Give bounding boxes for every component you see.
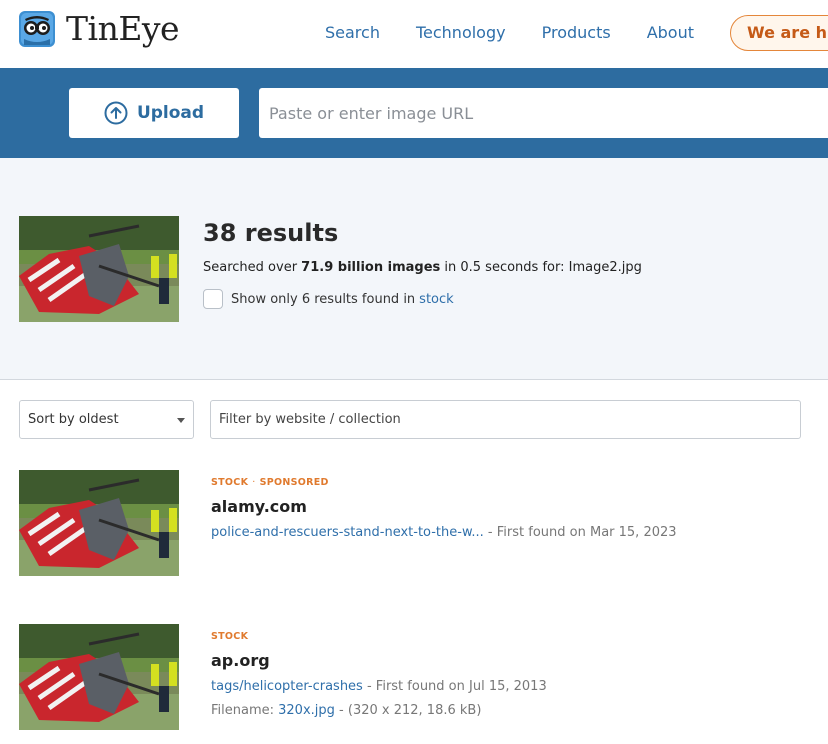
website-filter-input[interactable]	[210, 400, 801, 439]
query-filename: Image2.jpg	[568, 260, 642, 275]
nav-products[interactable]: Products	[542, 22, 611, 44]
result-item: STOCK ap.org tags/helicopter-crashes - F…	[0, 624, 828, 744]
images-count: 71.9 billion images	[301, 260, 441, 275]
result-thumbnail[interactable]	[19, 624, 179, 730]
result-thumbnail[interactable]	[19, 470, 179, 576]
first-found: First found on Jul 15, 2013	[375, 679, 547, 694]
search-summary: 38 results Searched over 71.9 billion im…	[0, 158, 828, 380]
tag-sponsored: SPONSORED	[259, 477, 329, 488]
main-nav: Search Technology Products About	[325, 22, 730, 44]
stock-link[interactable]: stock	[419, 292, 454, 307]
upload-button[interactable]: Upload	[69, 88, 239, 138]
tineye-robot-icon	[19, 11, 55, 47]
first-found: First found on Mar 15, 2023	[496, 525, 677, 540]
site-header: TinEye Search Technology Products About …	[0, 0, 828, 68]
chevron-down-icon	[177, 418, 185, 423]
result-file-info: Filename: 320x.jpg - (320 x 212, 18.6 kB…	[211, 703, 482, 718]
brand-name: TinEye	[66, 9, 180, 48]
tag-stock: STOCK	[211, 477, 249, 488]
file-dimensions: (320 x 212, 18.6 kB)	[347, 703, 482, 718]
result-domain[interactable]: ap.org	[211, 650, 270, 672]
search-bar: Upload	[0, 68, 828, 158]
result-page-link[interactable]: tags/helicopter-crashes	[211, 679, 363, 694]
upload-arrow-icon	[104, 101, 128, 125]
tag-stock: STOCK	[211, 631, 249, 642]
result-tags: STOCK · SPONSORED	[211, 477, 329, 488]
nav-technology[interactable]: Technology	[416, 22, 506, 44]
tineye-logo[interactable]: TinEye	[19, 9, 180, 48]
query-image-thumbnail	[19, 216, 179, 322]
stock-only-checkbox[interactable]	[203, 289, 223, 309]
image-url-input[interactable]	[259, 88, 828, 138]
upload-label: Upload	[136, 103, 205, 123]
sort-value: Sort by oldest	[28, 412, 119, 427]
result-details: tags/helicopter-crashes - First found on…	[211, 679, 547, 694]
stock-filter-label: Show only 6 results found in	[231, 291, 416, 307]
result-page-link[interactable]: police-and-rescuers-stand-next-to-the-w.…	[211, 525, 484, 540]
nav-about[interactable]: About	[647, 22, 694, 44]
sort-select[interactable]: Sort by oldest	[19, 400, 194, 439]
stock-filter: Show only 6 results found in stock	[203, 289, 454, 309]
result-item: STOCK · SPONSORED alamy.com police-and-res…	[0, 470, 828, 600]
result-filename-link[interactable]: 320x.jpg	[278, 703, 335, 718]
result-domain[interactable]: alamy.com	[211, 496, 307, 518]
result-count: 38 results	[203, 219, 339, 247]
nav-search[interactable]: Search	[325, 22, 380, 44]
result-details: police-and-rescuers-stand-next-to-the-w.…	[211, 525, 677, 540]
search-stats: Searched over 71.9 billion images in 0.5…	[203, 260, 642, 275]
result-tags: STOCK	[211, 630, 248, 644]
hiring-button[interactable]: We are hiring	[730, 15, 828, 51]
